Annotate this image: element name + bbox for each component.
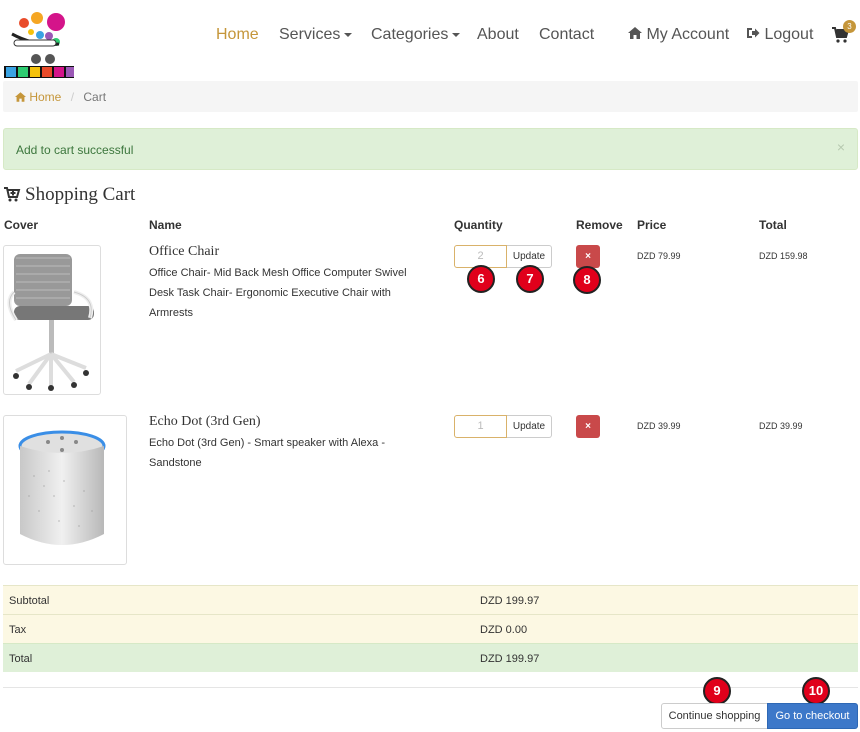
home-icon (15, 92, 26, 102)
subtotal-label: Subtotal (9, 595, 50, 607)
cart-plus-icon (4, 187, 21, 202)
remove-button[interactable]: × (576, 415, 600, 438)
main-nav: Home Services Categories About Contact M… (0, 0, 860, 70)
header-name: Name (149, 218, 182, 232)
page-title-text: Shopping Cart (25, 184, 136, 205)
nav-home[interactable]: Home (216, 26, 259, 44)
nav-categories[interactable]: Categories (371, 26, 461, 44)
header-total: Total (759, 218, 787, 232)
subtotal-value: DZD 199.97 (480, 595, 540, 607)
cart-count-badge: 3 (843, 20, 856, 33)
nav-contact[interactable]: Contact (539, 26, 594, 44)
item-total: DZD 39.99 (759, 421, 803, 431)
close-icon[interactable]: × (837, 139, 845, 155)
product-image-office-chair[interactable] (3, 245, 101, 395)
nav-services[interactable]: Services (279, 26, 353, 44)
nav-about[interactable]: About (477, 26, 519, 44)
annotation-badge: 8 (573, 266, 601, 294)
product-description-line: Office Chair- Mid Back Mesh Office Compu… (149, 267, 407, 279)
checkout-button[interactable]: Go to checkout (767, 703, 858, 729)
home-icon (628, 27, 642, 39)
header-quantity: Quantity (454, 218, 503, 232)
product-name[interactable]: Echo Dot (3rd Gen) (149, 414, 261, 430)
total-label: Total (9, 653, 33, 665)
product-description-line: Desk Task Chair- Ergonomic Executive Cha… (149, 287, 391, 299)
logout-icon (747, 28, 760, 38)
product-description-line: Armrests (149, 307, 193, 319)
subtotal-row: Subtotal DZD 199.97 (3, 585, 858, 614)
tax-value: DZD 0.00 (480, 624, 528, 636)
annotation-badge: 9 (703, 677, 731, 705)
page-title: Shopping Cart (4, 184, 135, 206)
item-price: DZD 39.99 (637, 421, 681, 431)
product-description-line: Echo Dot (3rd Gen) - Smart speaker with … (149, 437, 385, 449)
remove-button[interactable]: × (576, 245, 600, 268)
nav-categories-label: Categories (371, 26, 449, 43)
alert-message: Add to cart successful (16, 143, 134, 157)
product-name[interactable]: Office Chair (149, 244, 219, 260)
product-description-line: Sandstone (149, 457, 202, 469)
total-value: DZD 199.97 (480, 653, 540, 665)
chevron-down-icon (344, 32, 353, 37)
nav-logout[interactable]: Logout (746, 26, 813, 44)
success-alert: Add to cart successful × (3, 128, 858, 170)
product-description: Echo Dot (3rd Gen) - Smart speaker with … (149, 433, 439, 473)
product-description: Office Chair- Mid Back Mesh Office Compu… (149, 263, 439, 323)
tax-label: Tax (9, 624, 27, 636)
annotation-badge: 6 (467, 265, 495, 293)
product-image-echo-dot[interactable] (3, 415, 127, 565)
quantity-input[interactable]: 1 (454, 415, 507, 438)
header-price: Price (637, 218, 667, 232)
update-button[interactable]: Update (507, 415, 552, 438)
nav-logout-label: Logout (764, 26, 814, 43)
header-cover: Cover (4, 218, 39, 232)
total-row: Total DZD 199.97 (3, 643, 858, 672)
item-price: DZD 79.99 (637, 251, 681, 261)
tax-row: Tax DZD 0.00 (3, 614, 858, 643)
cart-summary: Subtotal DZD 199.97 Tax DZD 0.00 Total D… (3, 585, 858, 672)
breadcrumb-current: Cart (83, 90, 107, 104)
nav-my-account[interactable]: My Account (628, 26, 729, 44)
nav-services-label: Services (279, 26, 341, 43)
breadcrumb-separator: / (70, 90, 75, 104)
annotation-badge: 7 (516, 265, 544, 293)
continue-shopping-button[interactable]: Continue shopping (661, 703, 768, 729)
nav-my-account-label: My Account (646, 26, 730, 43)
annotation-badge: 10 (802, 677, 830, 705)
chevron-down-icon (452, 32, 461, 37)
item-total: DZD 159.98 (759, 251, 808, 261)
breadcrumb-home-label: Home (29, 90, 62, 104)
breadcrumb-home[interactable]: Home (15, 90, 65, 104)
breadcrumb: Home / Cart (3, 81, 858, 112)
header-remove: Remove (576, 218, 623, 232)
